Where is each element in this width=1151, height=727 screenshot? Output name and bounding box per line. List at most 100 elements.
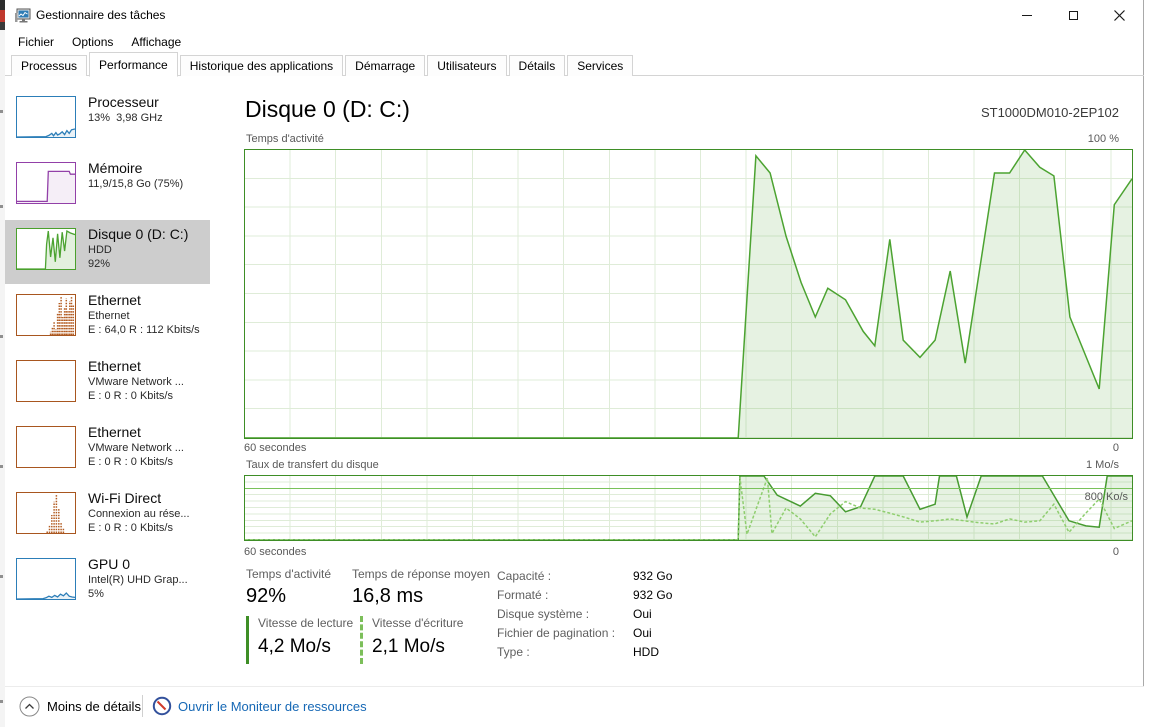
tab-performance[interactable]: Performance: [89, 52, 178, 77]
disk-transfer-chart[interactable]: 800 Ko/s: [244, 475, 1133, 541]
table-row: Formaté : 932 Go: [497, 586, 672, 605]
minimize-button[interactable]: [1004, 0, 1050, 31]
sidebar-item-sub: VMware Network ...: [88, 441, 208, 455]
memory-mini-chart: [16, 162, 76, 204]
footer-divider: [142, 695, 143, 717]
detail-value: Oui: [633, 624, 652, 643]
sidebar-item-sub: Intel(R) UHD Grap...: [88, 573, 208, 587]
sidebar-item-title: GPU 0: [88, 556, 208, 573]
activity-chart-ymax: 100 %: [1088, 133, 1119, 145]
activity-chart-title: Temps d'activité: [246, 133, 324, 145]
read-speed-block: Vitesse de lecture 4,2 Mo/s: [246, 616, 353, 664]
sidebar-item-sub: VMware Network ...: [88, 375, 208, 389]
active-time-label: Temps d'activité: [246, 567, 331, 581]
tab-strip: Processus Performance Historique des app…: [5, 51, 1144, 76]
detail-value: Oui: [633, 605, 652, 624]
table-row: Fichier de pagination : Oui: [497, 624, 672, 643]
sidebar-item-sub: Connexion au rése...: [88, 507, 208, 521]
write-speed-label: Vitesse d'écriture: [372, 616, 463, 630]
sidebar-item-sub: 13% 3,98 GHz: [88, 111, 208, 125]
sidebar-item-sub: 92%: [88, 257, 208, 271]
ethernet-mini-chart: [16, 294, 76, 336]
background-fragment: [0, 110, 3, 113]
maximize-button[interactable]: [1050, 0, 1096, 31]
write-speed-value: 2,1 Mo/s: [372, 636, 463, 658]
read-speed-label: Vitesse de lecture: [258, 616, 353, 630]
window-controls: [1004, 0, 1142, 31]
table-row: Type : HDD: [497, 643, 672, 662]
sidebar-item-title: Ethernet: [88, 358, 208, 375]
menu-affichage[interactable]: Affichage: [122, 32, 190, 52]
sidebar-item-sub: Ethernet: [88, 309, 208, 323]
tab-demarrage[interactable]: Démarrage: [345, 55, 425, 76]
disk-model-label: ST1000DM010-2EP102: [981, 105, 1119, 120]
transfer-chart-title: Taux de transfert du disque: [246, 459, 379, 471]
sidebar-item-title: Wi-Fi Direct: [88, 490, 208, 507]
gpu-mini-chart: [16, 558, 76, 600]
sidebar-item-ethernet-3[interactable]: Ethernet VMware Network ... E : 0 R : 0 …: [5, 418, 210, 482]
detail-label: Disque système :: [497, 605, 633, 624]
sidebar-item-gpu0[interactable]: GPU 0 Intel(R) UHD Grap... 5%: [5, 550, 210, 614]
background-window-sliver-right: [1144, 0, 1151, 727]
speedometer-icon[interactable]: [152, 696, 172, 716]
detail-label: Fichier de pagination :: [497, 624, 633, 643]
tab-services[interactable]: Services: [567, 55, 633, 76]
tab-utilisateurs[interactable]: Utilisateurs: [427, 55, 506, 76]
sidebar-item-sub: 11,9/15,8 Go (75%): [88, 177, 208, 191]
sidebar-item-sub: HDD: [88, 243, 208, 257]
chevron-up-circle-icon[interactable]: [19, 696, 40, 717]
ethernet-mini-chart: [16, 360, 76, 402]
page-title: Disque 0 (D: C:): [245, 96, 410, 123]
close-button[interactable]: [1096, 0, 1142, 31]
window-title: Gestionnaire des tâches: [36, 8, 165, 22]
background-fragment: [0, 575, 3, 578]
disk-mini-chart: [16, 228, 76, 270]
sidebar-item-cpu[interactable]: Processeur 13% 3,98 GHz: [5, 88, 210, 152]
sidebar-item-sub: E : 64,0 R : 112 Kbits/s: [88, 323, 208, 337]
titlebar[interactable]: Gestionnaire des tâches: [5, 0, 1143, 32]
ethernet-mini-chart: [16, 426, 76, 468]
sidebar-item-title: Mémoire: [88, 160, 208, 177]
footer-bar: Moins de détails Ouvrir le Moniteur de r…: [5, 686, 1144, 727]
sidebar-item-title: Disque 0 (D: C:): [88, 226, 208, 243]
response-time-value: 16,8 ms: [352, 585, 423, 608]
background-fragment: [0, 465, 3, 468]
write-speed-block: Vitesse d'écriture 2,1 Mo/s: [360, 616, 463, 664]
sidebar-item-memory[interactable]: Mémoire 11,9/15,8 Go (75%): [5, 154, 210, 218]
sidebar-item-title: Processeur: [88, 94, 208, 111]
detail-value: 932 Go: [633, 586, 672, 605]
wifi-mini-chart: [16, 492, 76, 534]
detail-value: 932 Go: [633, 567, 672, 586]
task-manager-window: Gestionnaire des tâches Fichier Options …: [5, 0, 1144, 727]
sidebar-item-wifi-direct[interactable]: Wi-Fi Direct Connexion au rése... E : 0 …: [5, 484, 210, 548]
sidebar-item-ethernet-2[interactable]: Ethernet VMware Network ... E : 0 R : 0 …: [5, 352, 210, 416]
taskmanager-app-icon: [14, 7, 31, 24]
background-fragment: [0, 335, 3, 338]
tab-processus[interactable]: Processus: [11, 55, 87, 76]
table-row: Disque système : Oui: [497, 605, 672, 624]
performance-sidebar: Processeur 13% 3,98 GHz Mémoire 11,9/15,…: [5, 77, 210, 683]
transfer-ref-label: 800 Ko/s: [1085, 491, 1128, 503]
activity-x-right: 0: [1113, 442, 1119, 454]
table-row: Capacité : 932 Go: [497, 567, 672, 586]
background-fragment: [0, 700, 3, 703]
close-icon: [1114, 10, 1125, 21]
read-speed-value: 4,2 Mo/s: [258, 636, 353, 658]
disk-activity-chart[interactable]: [244, 149, 1133, 439]
active-time-value: 92%: [246, 585, 286, 608]
menu-options[interactable]: Options: [63, 32, 122, 52]
tab-historique-des-applications[interactable]: Historique des applications: [180, 55, 343, 76]
activity-area-series: [245, 150, 1132, 438]
menu-fichier[interactable]: Fichier: [9, 32, 63, 52]
sidebar-item-ethernet-1[interactable]: Ethernet Ethernet E : 64,0 R : 112 Kbits…: [5, 286, 210, 350]
detail-label: Formaté :: [497, 586, 633, 605]
sidebar-item-disk0[interactable]: Disque 0 (D: C:) HDD 92%: [5, 220, 210, 284]
task-manager-screen: Gestionnaire des tâches Fichier Options …: [0, 0, 1151, 727]
background-fragment: [0, 205, 3, 208]
open-resource-monitor-link[interactable]: Ouvrir le Moniteur de ressources: [178, 699, 367, 714]
sidebar-item-sub: E : 0 R : 0 Kbits/s: [88, 521, 208, 535]
less-details-button[interactable]: Moins de détails: [47, 699, 141, 714]
tab-details[interactable]: Détails: [509, 55, 566, 76]
transfer-line-series: [245, 476, 1132, 540]
detail-label: Type :: [497, 643, 633, 662]
